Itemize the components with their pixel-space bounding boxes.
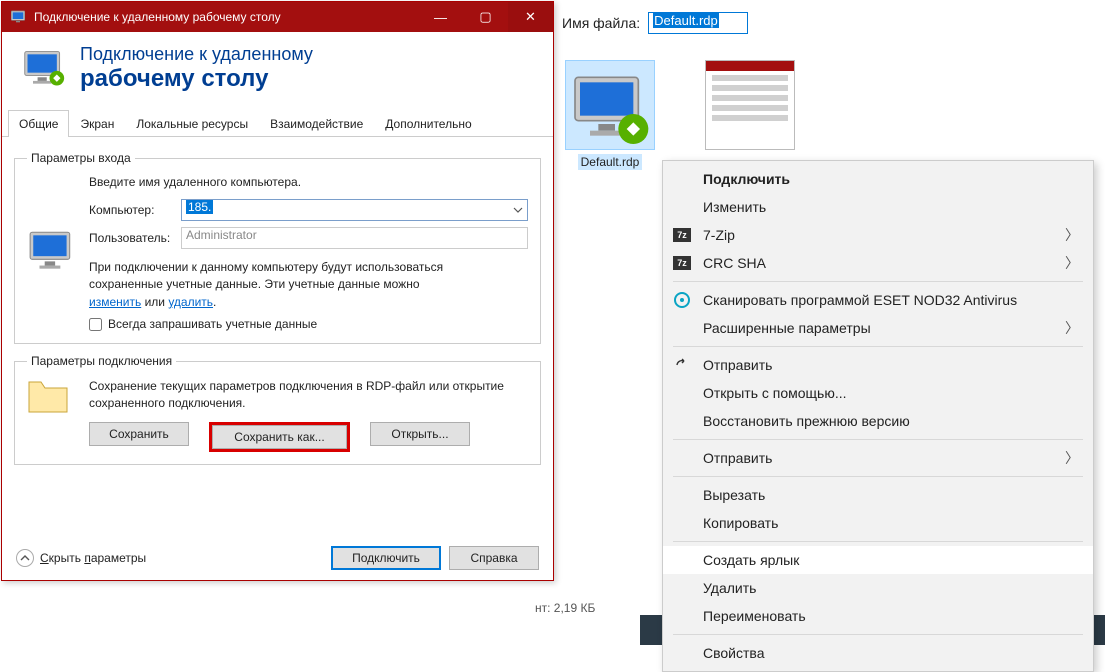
titlebar[interactable]: Подключение к удаленному рабочему столу … (2, 2, 553, 32)
context-menu: Подключить Изменить 7z 7-Zip 〉 7z CRC SH… (662, 160, 1094, 672)
file-label: Default.rdp (578, 154, 643, 170)
menu-properties[interactable]: Свойства (663, 639, 1093, 667)
user-field: Administrator (181, 227, 528, 249)
connection-desc: Сохранение текущих параметров подключени… (89, 378, 528, 412)
file-icons-area: Default.rdp (560, 60, 800, 170)
tab-advanced[interactable]: Дополнительно (374, 110, 482, 137)
rdp-file-icon (570, 69, 650, 149)
menu-edit[interactable]: Изменить (663, 193, 1093, 221)
always-ask-checkbox-row[interactable]: Всегда запрашивать учетные данные (89, 317, 528, 331)
rdp-dialog: Подключение к удаленному рабочему столу … (1, 1, 554, 581)
chevron-up-icon (16, 549, 34, 567)
user-label: Пользователь: (89, 231, 181, 245)
submenu-arrow-icon: 〉 (1065, 253, 1079, 273)
rdp-header-icon (22, 47, 66, 91)
login-legend: Параметры входа (27, 151, 135, 165)
login-fieldset: Параметры входа Введите имя удаленного к… (14, 151, 541, 344)
connection-fieldset: Параметры подключения Сохранение текущих… (14, 354, 541, 465)
menu-copy[interactable]: Копировать (663, 509, 1093, 537)
computer-icon (27, 227, 77, 277)
share-icon (673, 356, 691, 374)
7zip-icon: 7z (673, 228, 691, 242)
menu-open-with[interactable]: Открыть с помощью... (663, 379, 1093, 407)
computer-label: Компьютер: (89, 203, 181, 217)
tab-experience[interactable]: Взаимодействие (259, 110, 374, 137)
menu-delete[interactable]: Удалить (663, 574, 1093, 602)
header-line1: Подключение к удаленному (80, 44, 313, 65)
thumbnail-preview-icon (705, 60, 795, 150)
menu-share[interactable]: Отправить (663, 351, 1093, 379)
help-button[interactable]: Справка (449, 546, 539, 570)
close-button[interactable]: ✕ (508, 2, 553, 32)
submenu-arrow-icon: 〉 (1065, 225, 1079, 245)
header-line2: рабочему столу (80, 65, 313, 93)
maximize-button[interactable]: ▢ (463, 2, 508, 32)
always-ask-checkbox[interactable] (89, 318, 102, 331)
window-title: Подключение к удаленному рабочему столу (34, 10, 418, 24)
filename-input[interactable]: Default.rdp (648, 12, 748, 34)
file-default-rdp[interactable]: Default.rdp (560, 60, 660, 170)
open-button[interactable]: Открыть... (370, 422, 470, 446)
login-instruction: Введите имя удаленного компьютера. (89, 175, 528, 189)
minimize-button[interactable]: — (418, 2, 463, 32)
change-creds-link[interactable]: изменить (89, 295, 141, 309)
filename-label: Имя файла: (562, 15, 640, 31)
file-thumbnail[interactable] (700, 60, 800, 170)
tab-display[interactable]: Экран (69, 110, 125, 137)
filename-row: Имя файла: Default.rdp (562, 12, 748, 34)
dialog-header: Подключение к удаленному рабочему столу (2, 32, 553, 109)
always-ask-label: Всегда запрашивать учетные данные (108, 317, 317, 331)
folder-icon (27, 378, 71, 416)
save-button[interactable]: Сохранить (89, 422, 189, 446)
crc-icon: 7z (673, 256, 691, 270)
dialog-footer: Скрыть параметры Подключить Справка (2, 546, 553, 570)
menu-7zip[interactable]: 7z 7-Zip 〉 (663, 221, 1093, 249)
tab-general[interactable]: Общие (8, 110, 69, 137)
tab-local-resources[interactable]: Локальные ресурсы (125, 110, 259, 137)
size-hint: нт: 2,19 КБ (535, 601, 595, 615)
eset-icon (673, 291, 691, 309)
rdp-app-icon (10, 9, 26, 25)
save-as-button[interactable]: Сохранить как... (212, 425, 347, 449)
menu-crc-sha[interactable]: 7z CRC SHA 〉 (663, 249, 1093, 277)
menu-create-shortcut[interactable]: Создать ярлык (663, 546, 1093, 574)
save-as-highlight: Сохранить как... (209, 422, 350, 452)
saved-creds-note: При подключении к данному компьютеру буд… (89, 259, 459, 311)
submenu-arrow-icon: 〉 (1065, 448, 1079, 468)
connect-button[interactable]: Подключить (331, 546, 441, 570)
menu-restore-previous[interactable]: Восстановить прежнюю версию (663, 407, 1093, 435)
delete-creds-link[interactable]: удалить (168, 295, 213, 309)
computer-combobox[interactable]: 185. (181, 199, 528, 221)
submenu-arrow-icon: 〉 (1065, 318, 1079, 338)
menu-advanced-params[interactable]: Расширенные параметры 〉 (663, 314, 1093, 342)
hide-params-toggle[interactable]: Скрыть параметры (16, 549, 331, 567)
connection-legend: Параметры подключения (27, 354, 176, 368)
menu-eset-scan[interactable]: Сканировать программой ESET NOD32 Antivi… (663, 286, 1093, 314)
menu-rename[interactable]: Переименовать (663, 602, 1093, 630)
menu-cut[interactable]: Вырезать (663, 481, 1093, 509)
menu-send-to[interactable]: Отправить 〉 (663, 444, 1093, 472)
tab-strip: Общие Экран Локальные ресурсы Взаимодейс… (2, 109, 553, 137)
menu-connect[interactable]: Подключить (663, 165, 1093, 193)
